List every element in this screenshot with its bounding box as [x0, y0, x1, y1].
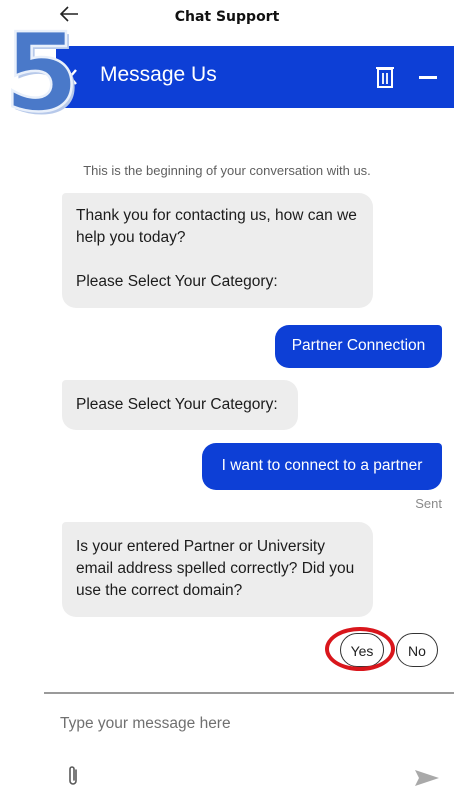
paperclip-icon[interactable] — [66, 764, 80, 788]
message-status: Sent — [415, 496, 442, 511]
chat-header-title: Message Us — [100, 63, 217, 86]
bot-message: Thank you for contacting us, how can we … — [62, 193, 373, 308]
yes-button[interactable]: Yes — [340, 633, 384, 667]
divider — [44, 692, 454, 694]
step-number-badge: 5 — [3, 11, 81, 136]
user-message: I want to connect to a partner — [202, 443, 442, 490]
conversation-start-notice: This is the beginning of your conversati… — [83, 163, 371, 178]
bot-message: Is your entered Partner or University em… — [62, 522, 373, 617]
bot-message-text: Please Select Your Category: — [76, 273, 278, 290]
send-icon[interactable] — [414, 768, 440, 788]
bot-message-text: Thank you for contacting us, how can we … — [76, 207, 357, 246]
trash-icon[interactable] — [374, 64, 396, 90]
user-message: Partner Connection — [275, 325, 442, 368]
no-button[interactable]: No — [396, 633, 438, 667]
message-input[interactable] — [60, 708, 400, 740]
minimize-icon[interactable] — [419, 76, 437, 79]
bot-message: Please Select Your Category: — [62, 380, 298, 430]
chat-header: Message Us — [56, 46, 454, 108]
